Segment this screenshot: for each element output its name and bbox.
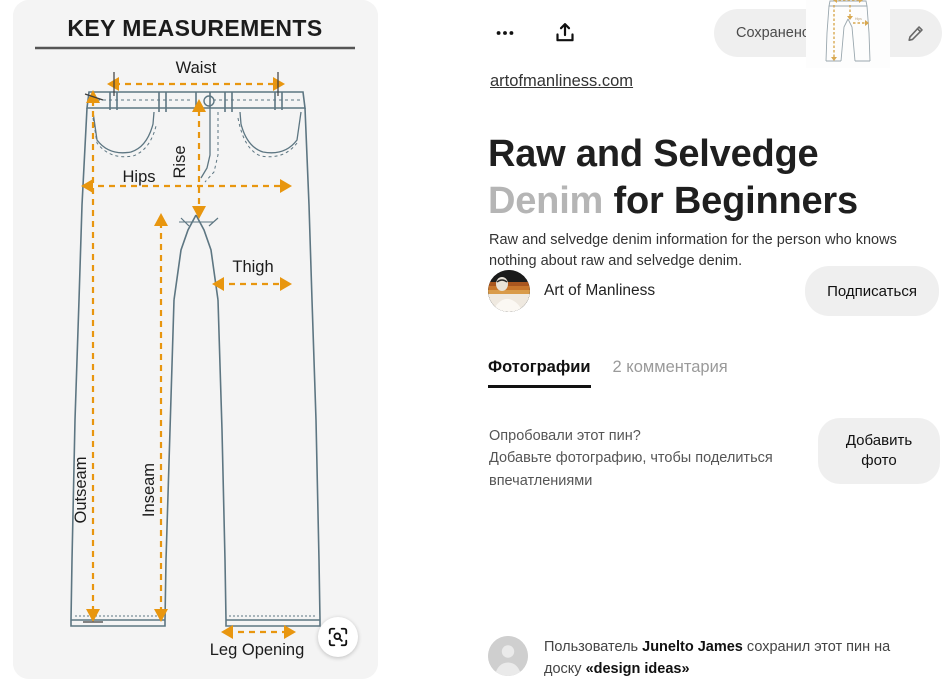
avatar[interactable] <box>488 270 530 312</box>
user-placeholder-icon <box>488 636 528 676</box>
saver-username[interactable]: Junelto James <box>642 639 743 655</box>
source-domain-link[interactable]: artofmanliness.com <box>490 72 633 91</box>
svg-text:Outseam: Outseam <box>72 457 90 524</box>
ellipsis-icon <box>496 31 514 35</box>
saved-board-thumbnail[interactable]: Waist Hips <box>806 0 890 68</box>
pin-title-highlight: Denim <box>488 179 604 222</box>
creator-avatar-image <box>488 270 530 312</box>
share-icon <box>556 23 574 42</box>
pin-tabs: Фотографии 2 комментария <box>488 358 728 388</box>
pin-actions <box>488 16 582 50</box>
saver-board-name[interactable]: «design ideas» <box>586 661 690 677</box>
svg-text:KEY MEASUREMENTS: KEY MEASUREMENTS <box>67 15 322 41</box>
page-title: Raw and Selvedge Denim for Beginners <box>488 131 908 224</box>
tried-it-text: Опробовали этот пин? Добавьте фотографию… <box>489 425 789 492</box>
add-photo-label-line2: фото <box>861 452 897 469</box>
share-button[interactable] <box>548 16 582 50</box>
pin-detail-page: KEY MEASUREMENTS Waist Hips Thigh Leg Op… <box>0 0 951 693</box>
visual-search-icon <box>328 627 348 647</box>
svg-text:Hips: Hips <box>855 17 862 21</box>
saved-board-thumbnail-image: Waist Hips <box>806 0 890 68</box>
edit-pin-button[interactable] <box>898 16 932 50</box>
tried-it-block: Опробовали этот пин? Добавьте фотографию… <box>489 418 949 492</box>
tab-comments[interactable]: 2 комментария <box>613 358 728 385</box>
saver-text: Пользователь Junelto James сохранил этот… <box>544 636 914 681</box>
tab-photos[interactable]: Фотографии <box>488 358 591 388</box>
creator-name[interactable]: Art of Manliness <box>544 282 655 300</box>
tried-it-question: Опробовали этот пин? <box>489 428 641 444</box>
tried-it-prompt: Добавьте фотографию, чтобы поделиться вп… <box>489 450 773 489</box>
svg-text:Leg Opening: Leg Opening <box>210 641 305 659</box>
creator-row: Art of Manliness Подписаться <box>488 266 948 316</box>
pin-image-card[interactable]: KEY MEASUREMENTS Waist Hips Thigh Leg Op… <box>13 0 378 679</box>
pin-detail-panel: Сохранено: «Se artofmanliness.com Raw an… <box>488 0 951 693</box>
svg-text:Hips: Hips <box>122 168 155 186</box>
pencil-icon <box>907 25 923 41</box>
saver-row: Пользователь Junelto James сохранил этот… <box>488 636 948 681</box>
key-measurements-diagram: KEY MEASUREMENTS Waist Hips Thigh Leg Op… <box>13 0 378 679</box>
pin-title-lead: Raw and Selvedge <box>488 133 819 176</box>
follow-button[interactable]: Подписаться <box>805 266 939 316</box>
saver-prefix: Пользователь <box>544 639 643 655</box>
svg-text:Waist: Waist <box>176 59 217 77</box>
add-photo-label-line1: Добавить <box>845 431 913 449</box>
pin-title-rest: for Beginners <box>603 179 858 222</box>
add-photo-button[interactable]: Добавить фото <box>818 418 940 484</box>
visual-search-button[interactable] <box>318 617 358 657</box>
svg-text:Rise: Rise <box>171 145 189 178</box>
svg-text:Inseam: Inseam <box>140 463 158 517</box>
svg-text:Thigh: Thigh <box>232 258 273 276</box>
more-options-button[interactable] <box>488 16 522 50</box>
saver-avatar[interactable] <box>488 636 528 676</box>
